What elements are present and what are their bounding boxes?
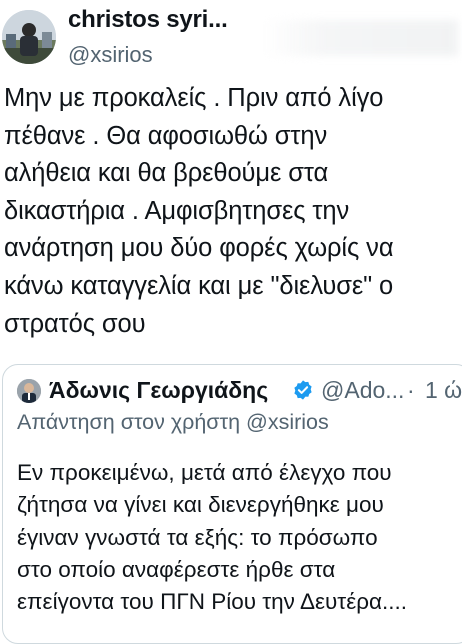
quoted-author-handle[interactable]: @Ado... <box>321 377 404 404</box>
quoted-text-line: στο οποίο αναφέρεστε ήρθε στα <box>17 556 336 582</box>
author-name[interactable]: christos syri... <box>68 6 228 34</box>
quoted-author-avatar[interactable] <box>17 379 41 403</box>
tweet-text-line: πέθανε . Θα αφοσιωθώ στην <box>4 121 328 150</box>
quoted-text-line: Εν προκειμένω, μετά από έλεγχο που <box>17 460 392 485</box>
header-blurred-region <box>262 20 458 56</box>
tweet-text-line: στρατός σου <box>4 309 146 338</box>
tweet-text: Μην με προκαλείς . Πριν από λίγο πέθανε … <box>4 80 456 343</box>
quoted-text-line: ζήτησα να γίνει και διενεργήθηκε μου <box>17 492 384 518</box>
quoted-author-name[interactable]: Άδωνις Γεωργιάδης <box>49 377 268 404</box>
quoted-text-line: έγιναν γνωστά τα εξής: το πρόσωπο <box>17 524 378 550</box>
tweet-text-line: δικαστήρια . Αμφισβητησες την <box>4 196 350 225</box>
quoted-tweet-text: Εν προκειμένω, μετά από έλεγχο που ζήτησ… <box>17 457 457 618</box>
tweet-text-line: ανάρτηση μου δύο φορές χωρίς να <box>4 234 394 263</box>
reply-context[interactable]: Απάντηση στον χρήστη @xsirios <box>17 410 329 435</box>
separator-dot: · <box>407 377 415 403</box>
author-avatar[interactable] <box>2 10 56 64</box>
quoted-text-line: επείγοντα του ΠΓΝ Ρίου την Δευτέρα.... <box>17 589 408 615</box>
tweet-text-line: κάνω καταγγελία και με "διελυσε" ο <box>4 271 394 300</box>
tweet-header: christos syri... @xsirios <box>0 0 462 80</box>
tweet-text-line: αλήθεια και θα βρεθούμε στα <box>4 159 329 188</box>
author-handle[interactable]: @xsirios <box>68 42 153 68</box>
verified-badge-icon <box>292 379 314 401</box>
tweet-text-line: Μην με προκαλείς . Πριν από λίγο <box>4 84 384 112</box>
quoted-tweet[interactable]: Άδωνις Γεωργιάδης @Ado... · 1 ώ Απάντηση… <box>2 364 462 644</box>
quoted-timestamp[interactable]: 1 ώ <box>425 377 462 404</box>
